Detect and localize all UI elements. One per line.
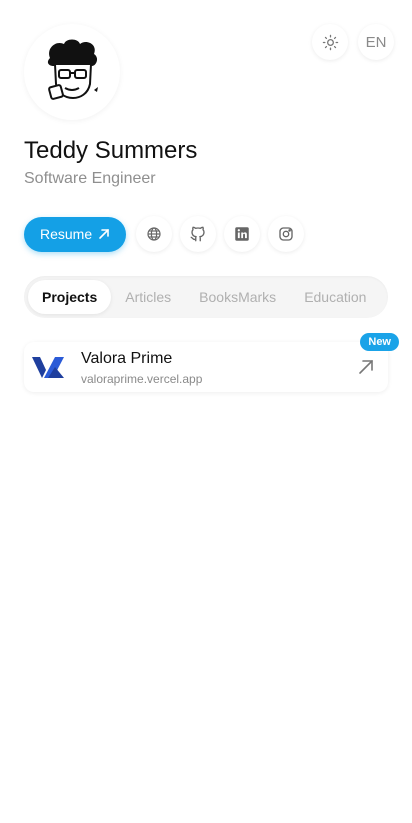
globe-icon [147, 227, 161, 241]
top-controls: EN [312, 24, 394, 60]
sun-icon [322, 34, 338, 50]
theme-toggle-button[interactable] [312, 24, 348, 60]
tab-education[interactable]: Education [290, 280, 380, 314]
website-link[interactable] [136, 216, 173, 252]
language-button[interactable]: EN [358, 24, 394, 60]
tab-articles[interactable]: Articles [111, 280, 185, 314]
project-url: valoraprime.vercel.app [81, 372, 203, 386]
project-logo [28, 347, 68, 387]
linkedin-link[interactable] [224, 216, 261, 252]
profile-name: Teddy Summers [24, 137, 198, 164]
arrow-up-right-icon [99, 229, 109, 239]
external-link-icon[interactable] [356, 357, 376, 377]
linkedin-icon [235, 227, 249, 241]
avatar [24, 24, 120, 120]
github-icon [190, 226, 205, 242]
tabs-bar: Projects Articles BooksMarks Education [24, 276, 388, 318]
new-badge: New [360, 333, 399, 351]
github-link[interactable] [180, 216, 217, 252]
actions-row: Resume [24, 216, 305, 252]
profile-role: Software Engineer [24, 170, 156, 187]
project-card[interactable]: Valora Prime valoraprime.vercel.app New [24, 333, 399, 392]
page: EN Teddy Summers Software Engineer Resum… [0, 0, 412, 823]
instagram-icon [279, 227, 293, 241]
project-text: Valora Prime valoraprime.vercel.app [81, 348, 356, 386]
instagram-link[interactable] [268, 216, 305, 252]
tab-projects[interactable]: Projects [28, 280, 112, 314]
tab-bookmarks[interactable]: BooksMarks [185, 280, 290, 314]
project-title: Valora Prime [81, 350, 173, 367]
resume-button[interactable]: Resume [24, 216, 127, 252]
avatar-illustration [47, 39, 98, 100]
resume-label: Resume [40, 226, 93, 242]
